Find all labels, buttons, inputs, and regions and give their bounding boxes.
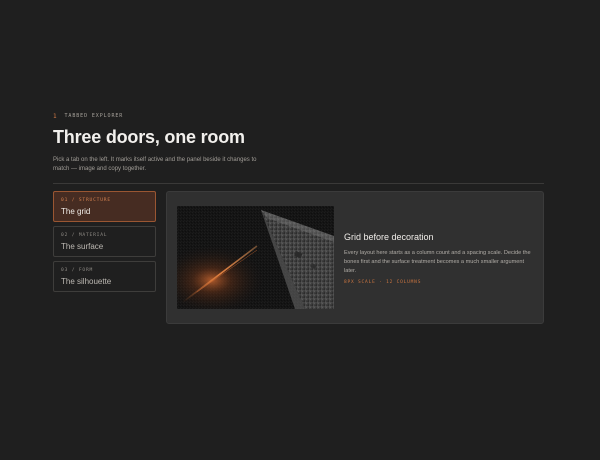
tab-kicker: 02 / MATERIAL bbox=[61, 233, 108, 238]
page-title: Three doors, one room bbox=[53, 127, 245, 147]
eyebrow-label: TABBED EXPLORER bbox=[64, 113, 124, 119]
tab-kicker: 03 / FORM bbox=[61, 268, 94, 273]
tab-panel: Grid before decoration Every layout here… bbox=[166, 191, 544, 324]
panel-title: Grid before decoration bbox=[344, 232, 434, 242]
tab-list: 01 / STRUCTURE The grid 02 / MATERIAL Th… bbox=[53, 191, 156, 296]
tab-label: The surface bbox=[61, 242, 104, 251]
panel-meta: 8PX SCALE · 12 COLUMNS bbox=[344, 280, 422, 285]
tab-the-silhouette[interactable]: 03 / FORM The silhouette bbox=[53, 261, 156, 292]
panel-body: Every layout here starts as a column cou… bbox=[344, 250, 531, 274]
architectural-concrete-photo-icon bbox=[177, 206, 334, 309]
divider bbox=[53, 183, 544, 184]
eyebrow-number: 1 bbox=[53, 112, 58, 120]
tab-the-surface[interactable]: 02 / MATERIAL The surface bbox=[53, 226, 156, 257]
panel-copy: Grid before decoration Every layout here… bbox=[344, 232, 534, 285]
eyebrow: 1 TABBED EXPLORER bbox=[53, 112, 544, 120]
panel-image bbox=[177, 206, 334, 309]
tab-the-grid[interactable]: 01 / STRUCTURE The grid bbox=[53, 191, 156, 222]
tab-label: The grid bbox=[61, 207, 91, 216]
tab-kicker: 01 / STRUCTURE bbox=[61, 198, 111, 203]
page-description: Pick a tab on the left. It marks itself … bbox=[53, 157, 257, 172]
tabbed-explorer-section: 1 TABBED EXPLORER Three doors, one room … bbox=[53, 112, 544, 324]
tab-label: The silhouette bbox=[61, 277, 112, 286]
